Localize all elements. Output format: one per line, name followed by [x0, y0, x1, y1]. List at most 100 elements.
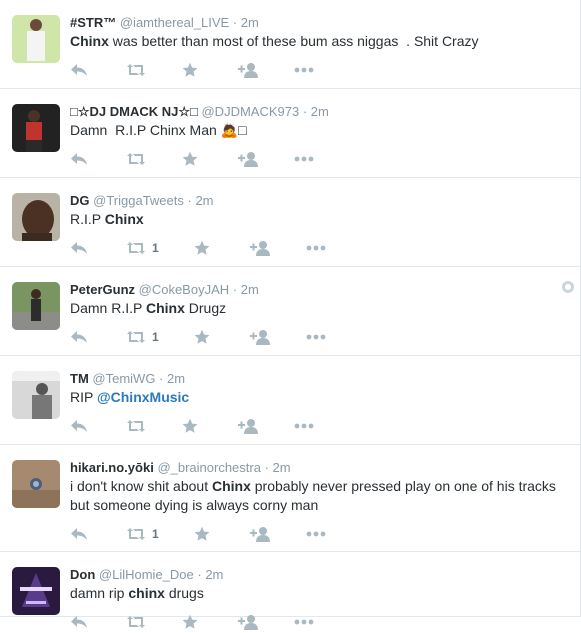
more-icon: [306, 531, 326, 537]
mention-link[interactable]: @ChinxMusic: [97, 389, 189, 405]
separator-dot: ·: [229, 15, 241, 30]
timestamp[interactable]: 2m: [241, 282, 259, 297]
more-icon: [294, 423, 314, 429]
text-segment: i don't know shit about: [70, 478, 212, 494]
avatar[interactable]: [12, 460, 60, 508]
retweet-button[interactable]: [126, 419, 182, 433]
more-button[interactable]: [306, 531, 362, 537]
reply-button[interactable]: [70, 330, 126, 344]
reply-button[interactable]: [70, 527, 126, 541]
retweet-button[interactable]: 1: [126, 330, 194, 344]
favorite-icon: [194, 329, 210, 345]
follow-button[interactable]: [250, 329, 306, 345]
follow-button[interactable]: [238, 151, 294, 167]
highlighted-keyword: chinx: [128, 585, 165, 601]
handle[interactable]: @CokeBoyJAH: [139, 282, 230, 297]
tweet[interactable]: DG @TriggaTweets · 2m R.I.P Chinx 1: [0, 178, 580, 267]
tweet-text: Damn R.I.P Chinx Man 🙇□: [70, 121, 568, 140]
reply-button[interactable]: [70, 241, 126, 255]
fullname[interactable]: PeterGunz: [70, 282, 135, 297]
reply-icon: [70, 152, 88, 166]
favorite-button[interactable]: [194, 240, 250, 256]
avatar[interactable]: [12, 193, 60, 241]
avatar[interactable]: [12, 371, 60, 419]
follow-icon: [250, 526, 270, 542]
timestamp[interactable]: 2m: [241, 15, 259, 30]
fullname[interactable]: Don: [70, 567, 95, 582]
more-button[interactable]: [306, 334, 362, 340]
retweet-button[interactable]: [126, 63, 182, 77]
follow-button[interactable]: [238, 418, 294, 434]
retweet-button[interactable]: 1: [126, 241, 194, 255]
tweet-text: damn rip chinx drugs: [70, 584, 568, 603]
favorite-button[interactable]: [182, 62, 238, 78]
fullname[interactable]: DG: [70, 193, 90, 208]
reply-button[interactable]: [70, 615, 126, 629]
fullname[interactable]: hikari.no.yōki: [70, 460, 154, 475]
timestamp[interactable]: 2m: [195, 193, 213, 208]
follow-button[interactable]: [238, 62, 294, 78]
retweet-icon: [126, 152, 146, 166]
timestamp[interactable]: 2m: [205, 567, 223, 582]
favorite-button[interactable]: [194, 329, 250, 345]
avatar[interactable]: [12, 15, 60, 63]
fullname[interactable]: #STR™: [70, 15, 116, 30]
tweet-actions: [70, 415, 568, 437]
handle[interactable]: @iamthereal_LIVE: [120, 15, 229, 30]
separator-dot: ·: [155, 371, 167, 386]
timestamp[interactable]: 2m: [167, 371, 185, 386]
separator-dot: ·: [193, 567, 206, 582]
more-button[interactable]: [294, 67, 350, 73]
favorite-button[interactable]: [182, 418, 238, 434]
tweet-header: DG @TriggaTweets · 2m: [70, 178, 568, 209]
handle[interactable]: @TemiWG: [92, 371, 155, 386]
tweet-text: i don't know shit about Chinx probably n…: [70, 477, 568, 515]
handle[interactable]: @LilHomie_Doe: [99, 567, 194, 582]
text-segment: RIP: [70, 389, 97, 405]
more-button[interactable]: [294, 156, 350, 162]
separator-dot: ·: [229, 282, 241, 297]
follow-button[interactable]: [250, 526, 306, 542]
avatar[interactable]: [12, 282, 60, 330]
fullname[interactable]: □☆DJ DMACK NJ☆□: [70, 104, 198, 119]
reply-button[interactable]: [70, 152, 126, 166]
avatar[interactable]: [12, 104, 60, 152]
tweet-header: Don @LilHomie_Doe · 2m: [70, 552, 568, 583]
tweet[interactable]: PeterGunz @CokeBoyJAH · 2m Damn R.I.P Chi…: [0, 267, 580, 356]
retweet-count: 1: [152, 241, 159, 255]
timestamp[interactable]: 2m: [273, 460, 291, 475]
more-button[interactable]: [306, 245, 362, 251]
handle[interactable]: @_brainorchestra: [157, 460, 261, 475]
reply-button[interactable]: [70, 63, 126, 77]
tweet[interactable]: Don @LilHomie_Doe · 2m damn rip chinx dru…: [0, 552, 580, 630]
reply-button[interactable]: [70, 419, 126, 433]
more-icon: [294, 619, 314, 625]
tweet[interactable]: hikari.no.yōki @_brainorchestra · 2m i do…: [0, 445, 580, 552]
more-button[interactable]: [294, 619, 350, 625]
more-button[interactable]: [294, 423, 350, 429]
favorite-button[interactable]: [194, 526, 250, 542]
retweet-button[interactable]: [126, 615, 182, 629]
handle[interactable]: @DJDMACK973: [201, 104, 299, 119]
tweet-header: □☆DJ DMACK NJ☆□ @DJDMACK973 · 2m: [70, 89, 568, 120]
gear-icon[interactable]: [562, 281, 574, 293]
favorite-button[interactable]: [182, 151, 238, 167]
tweet-actions: [70, 59, 568, 81]
handle[interactable]: @TriggaTweets: [93, 193, 184, 208]
follow-button[interactable]: [250, 240, 306, 256]
timestamp[interactable]: 2m: [311, 104, 329, 119]
avatar[interactable]: [12, 567, 60, 615]
tweet[interactable]: TM @TemiWG · 2m RIP @ChinxMusic: [0, 356, 580, 445]
retweet-button[interactable]: [126, 152, 182, 166]
retweet-button[interactable]: 1: [126, 527, 194, 541]
follow-button[interactable]: [238, 614, 294, 630]
text-segment: Damn R.I.P: [70, 300, 146, 316]
favorite-icon: [182, 418, 198, 434]
separator-dot: ·: [183, 193, 196, 208]
highlighted-keyword: Chinx: [211, 478, 251, 494]
favorite-button[interactable]: [182, 614, 238, 630]
tweet[interactable]: #STR™ @iamthereal_LIVE · 2m Chinx was bet…: [0, 0, 580, 89]
fullname[interactable]: TM: [70, 371, 89, 386]
text-segment: Drugz: [184, 300, 227, 316]
tweet[interactable]: □☆DJ DMACK NJ☆□ @DJDMACK973 · 2m Damn R.I…: [0, 89, 580, 178]
